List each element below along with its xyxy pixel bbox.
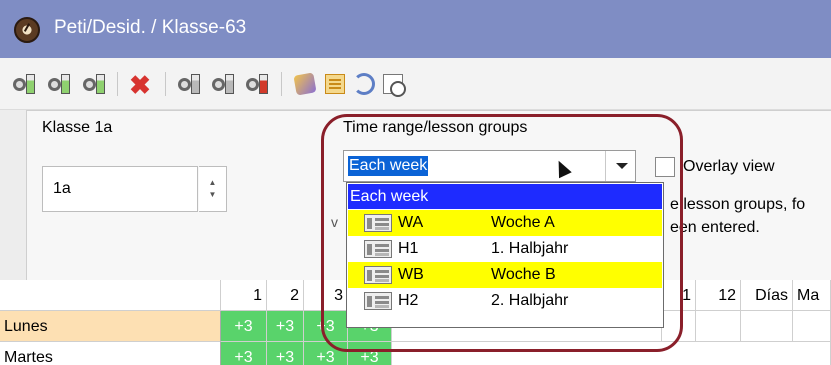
grid-cell-empty[interactable] bbox=[741, 311, 793, 342]
grid-column-header: 12 bbox=[696, 280, 741, 311]
gear-grey-bars-icon[interactable] bbox=[178, 72, 202, 96]
dropdown-item-each-week[interactable]: Each week bbox=[348, 184, 662, 209]
clock-app-icon bbox=[14, 17, 40, 43]
overlay-view-label: Overlay view bbox=[683, 158, 775, 175]
book-icon[interactable] bbox=[323, 72, 347, 96]
grid-cell[interactable]: +3 bbox=[304, 311, 348, 342]
dropdown-item-wa[interactable]: WA Woche A bbox=[348, 210, 662, 236]
grid-column-header: Ma bbox=[793, 280, 831, 311]
window-title: Peti/Desid. / Klasse-63 bbox=[54, 17, 247, 38]
grid-cell[interactable]: +3 bbox=[221, 342, 267, 365]
grid-column-header: 3 bbox=[304, 280, 348, 311]
dropdown-item-code: WB bbox=[398, 266, 424, 283]
class-spinner[interactable]: ▲ ▼ bbox=[199, 166, 227, 212]
row-label-lunes[interactable]: Lunes bbox=[0, 311, 221, 342]
time-range-dropdown: Each week WA Woche A H1 1. Halbjahr WB W… bbox=[346, 182, 664, 328]
row-label-martes[interactable]: Martes bbox=[0, 342, 221, 365]
lesson-group-icon bbox=[364, 266, 392, 284]
swap-icon[interactable] bbox=[352, 72, 376, 96]
dropdown-item-name: 1. Halbjahr bbox=[491, 240, 569, 257]
dropdown-item-h2[interactable]: H2 2. Halbjahr bbox=[348, 288, 662, 314]
class-input[interactable]: 1a bbox=[42, 166, 198, 212]
time-range-select[interactable]: Each week bbox=[343, 150, 636, 182]
gear-green-bars-icon[interactable] bbox=[13, 72, 37, 96]
grid-cell-empty[interactable] bbox=[696, 311, 741, 342]
gears-grey-bars-icon[interactable] bbox=[212, 72, 236, 96]
dropdown-item-h1[interactable]: H1 1. Halbjahr bbox=[348, 236, 662, 262]
gears-green-bars-icon[interactable] bbox=[48, 72, 72, 96]
hint-text-line1: e lesson groups, fo bbox=[670, 196, 806, 213]
grid-cell-empty[interactable] bbox=[392, 342, 831, 365]
grid-column-header: 1 bbox=[662, 280, 696, 311]
delete-x-icon[interactable]: ✖ bbox=[127, 72, 151, 98]
dropdown-item-name: 2. Halbjahr bbox=[491, 292, 569, 309]
clock-doc-icon[interactable] bbox=[381, 72, 406, 97]
grid-cell[interactable]: +3 bbox=[348, 342, 392, 365]
overlay-view-checkbox[interactable] bbox=[655, 157, 675, 177]
grid-corner bbox=[0, 280, 221, 311]
dropdown-item-code: H1 bbox=[398, 240, 419, 257]
grid-column-header: 2 bbox=[267, 280, 304, 311]
dropdown-item-code: WA bbox=[398, 214, 424, 231]
grid-cell[interactable]: +3 bbox=[221, 311, 267, 342]
grid-cell[interactable]: +3 bbox=[304, 342, 348, 365]
dropdown-item-wb[interactable]: WB Woche B bbox=[348, 262, 662, 288]
grid-cell[interactable]: +3 bbox=[267, 342, 304, 365]
title-bar: Peti/Desid. / Klasse-63 bbox=[0, 0, 831, 58]
dropdown-item-name: Woche B bbox=[491, 266, 556, 283]
hint-text-line2: een entered. bbox=[670, 219, 760, 236]
lesson-group-icon bbox=[364, 240, 392, 258]
gear-red-bars-icon[interactable] bbox=[246, 72, 270, 96]
klasse-label: Klasse 1a bbox=[42, 119, 113, 136]
dropdown-item-name: Woche A bbox=[491, 214, 555, 231]
lesson-group-icon bbox=[364, 214, 392, 232]
grid-cell[interactable]: +3 bbox=[267, 311, 304, 342]
chevron-down-icon[interactable] bbox=[605, 151, 635, 181]
grid-cell-empty[interactable] bbox=[662, 311, 696, 342]
gear-small-green-bars-icon[interactable] bbox=[83, 72, 107, 96]
grid-cell-empty[interactable] bbox=[793, 311, 831, 342]
toolbar-separator bbox=[165, 72, 166, 96]
toolbar-separator bbox=[281, 72, 282, 96]
wand-icon[interactable] bbox=[293, 72, 317, 96]
toolbar: ✖ bbox=[0, 58, 831, 110]
grid-column-header: 1 bbox=[221, 280, 267, 311]
grid-column-header: Días bbox=[741, 280, 793, 311]
dropdown-item-code: H2 bbox=[398, 292, 419, 309]
toolbar-separator bbox=[117, 72, 118, 96]
time-range-label: Time range/lesson groups bbox=[343, 119, 528, 136]
time-range-selected: Each week bbox=[348, 156, 429, 176]
hidden-text-fragment: v bbox=[331, 214, 338, 230]
lesson-group-icon bbox=[364, 292, 392, 310]
